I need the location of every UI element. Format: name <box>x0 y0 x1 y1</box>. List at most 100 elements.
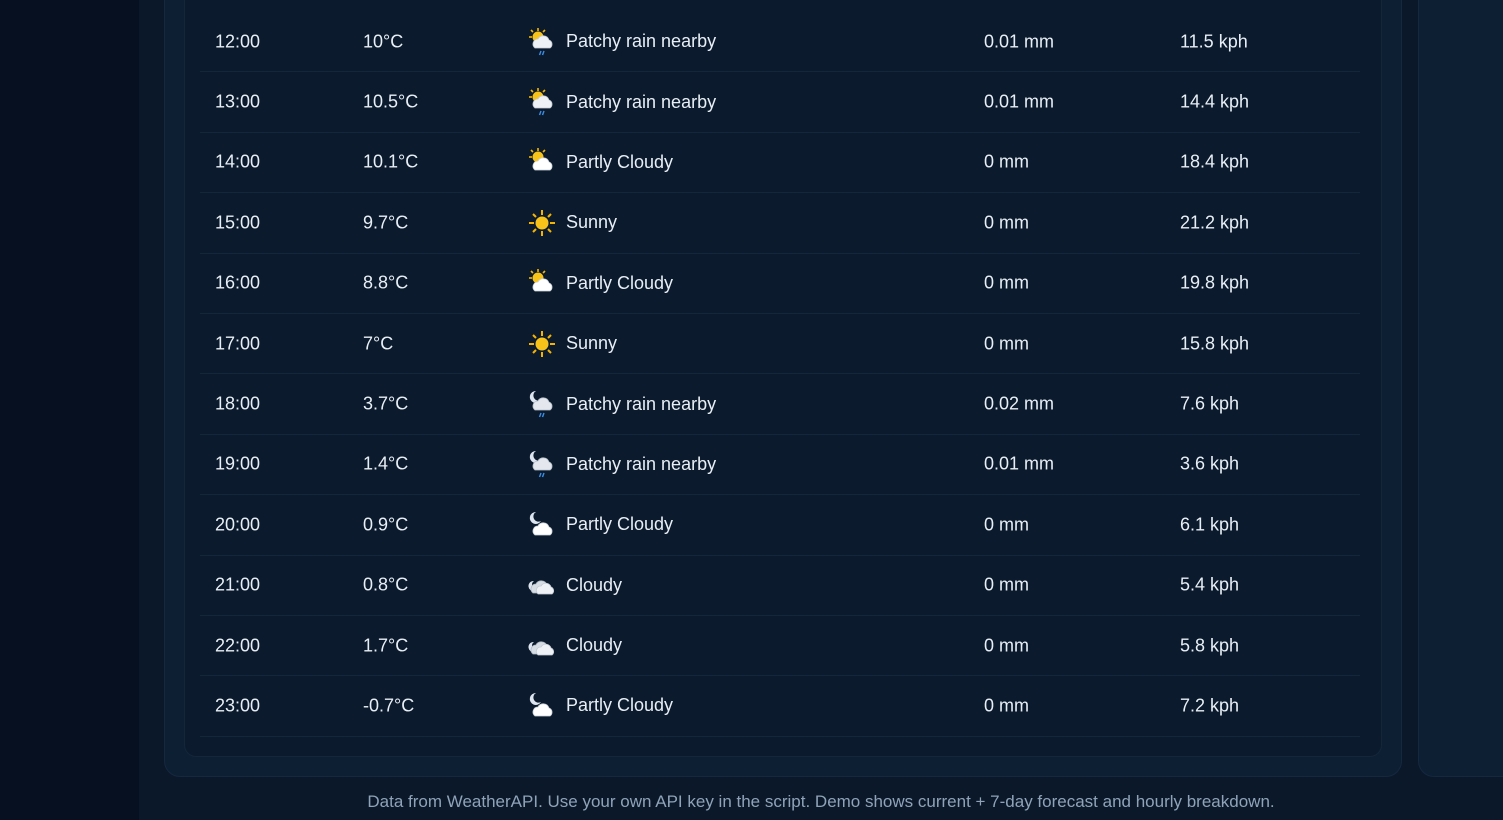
hourly-row: 18:00 3.7°C Patchy rain nearby 0.02 mm 7.6 k… <box>200 374 1360 435</box>
hourly-row: 20:00 0.9°C Partly Cloudy 0 mm 6.1 kph <box>200 495 1360 556</box>
partly-cloudy-day-icon <box>526 267 558 299</box>
hour-time: 22:00 <box>215 635 261 656</box>
hour-temperature: 10.5°C <box>363 91 419 112</box>
hourly-table: 12:00 10°C Patchy rain nearby 0.01 mm 11.5 k… <box>200 12 1360 737</box>
hour-time: 15:00 <box>215 212 261 233</box>
patchy-rain-night-icon <box>526 448 558 480</box>
hour-temperature: 8.8°C <box>363 272 409 293</box>
hour-precipitation: 0 mm <box>984 574 1029 595</box>
hour-condition: Partly Cloudy <box>526 146 673 178</box>
hour-time: 23:00 <box>215 695 261 716</box>
hour-precipitation: 0 mm <box>984 695 1029 716</box>
hour-condition: Patchy rain nearby <box>526 26 716 58</box>
left-sidebar <box>0 0 139 820</box>
condition-label: Patchy rain nearby <box>566 91 717 112</box>
hour-wind: 19.8 kph <box>1180 272 1250 293</box>
hour-wind: 6.1 kph <box>1180 514 1240 535</box>
hour-temperature: 3.7°C <box>363 393 409 414</box>
hour-condition: Patchy rain nearby <box>526 448 716 480</box>
hour-wind: 7.6 kph <box>1180 393 1240 414</box>
condition-label: Partly Cloudy <box>566 151 674 172</box>
hour-wind: 5.8 kph <box>1180 635 1240 656</box>
condition-label: Cloudy <box>566 574 623 595</box>
hour-precipitation: 0 mm <box>984 212 1029 233</box>
hour-wind: 14.4 kph <box>1180 91 1250 112</box>
hour-time: 13:00 <box>215 91 261 112</box>
hourly-row: 14:00 10.1°C Partly Cloudy 0 mm 18.4 kph <box>200 133 1360 194</box>
hour-time: 12:00 <box>215 31 261 52</box>
hour-temperature: 0.8°C <box>363 574 409 595</box>
hourly-row: 17:00 7°C Sunny 0 mm 15.8 kph <box>200 314 1360 375</box>
hour-time: 20:00 <box>215 514 261 535</box>
hour-precipitation: 0.01 mm <box>984 91 1055 112</box>
hour-wind: 7.2 kph <box>1180 695 1240 716</box>
hourly-row: 12:00 10°C Patchy rain nearby 0.01 mm 11.5 k… <box>200 12 1360 73</box>
partly-cloudy-night-icon <box>526 509 558 541</box>
hour-wind: 21.2 kph <box>1180 212 1250 233</box>
condition-label: Sunny <box>566 212 618 233</box>
hour-temperature: 10.1°C <box>363 151 419 172</box>
hour-condition: Cloudy <box>526 630 622 662</box>
hour-precipitation: 0 mm <box>984 333 1029 354</box>
hour-time: 16:00 <box>215 272 261 293</box>
hour-condition: Patchy rain nearby <box>526 86 716 118</box>
hour-wind: 11.5 kph <box>1180 31 1248 52</box>
condition-label: Patchy rain nearby <box>566 453 717 474</box>
hour-temperature: 1.7°C <box>363 635 409 656</box>
footer-note: Data from WeatherAPI. Use your own API k… <box>367 792 1275 811</box>
hourly-row: 21:00 0.8°C Cloudy 0 mm 5.4 kph <box>200 556 1360 616</box>
hourly-row: 19:00 1.4°C Patchy rain nearby 0.01 mm 3.6 k… <box>200 435 1360 496</box>
hour-temperature: -0.7°C <box>363 695 415 716</box>
sunny-icon <box>526 328 558 360</box>
hour-temperature: 9.7°C <box>363 212 409 233</box>
condition-label: Cloudy <box>566 635 623 656</box>
hour-precipitation: 0 mm <box>984 272 1029 293</box>
hour-wind: 5.4 kph <box>1180 574 1240 595</box>
hour-condition: Partly Cloudy <box>526 267 673 299</box>
hour-condition: Patchy rain nearby <box>526 388 716 420</box>
hour-time: 17:00 <box>215 333 261 354</box>
hour-condition: Cloudy <box>526 569 622 601</box>
hourly-row: 13:00 10.5°C Patchy rain nearby 0.01 mm 14.4… <box>200 72 1360 133</box>
hourly-row: 23:00 -0.7°C Partly Cloudy 0 mm 7.2 kph <box>200 676 1360 737</box>
cloudy-night-icon <box>526 630 558 662</box>
cloudy-night-icon <box>526 569 558 601</box>
hour-precipitation: 0.01 mm <box>984 453 1055 474</box>
partly-cloudy-day-icon <box>526 146 558 178</box>
hour-time: 19:00 <box>215 453 261 474</box>
hour-precipitation: 0 mm <box>984 151 1029 172</box>
patchy-rain-day-icon <box>526 86 558 118</box>
hourly-row: 15:00 9.7°C Sunny 0 mm 21.2 kph <box>200 193 1360 254</box>
condition-label: Sunny <box>566 333 618 354</box>
hour-time: 14:00 <box>215 151 261 172</box>
partly-cloudy-night-icon <box>526 690 558 722</box>
patchy-rain-day-icon <box>526 26 558 58</box>
hour-temperature: 10°C <box>363 31 404 52</box>
hour-time: 21:00 <box>215 574 261 595</box>
hour-condition: Partly Cloudy <box>526 690 673 722</box>
hour-wind: 18.4 kph <box>1180 151 1250 172</box>
hour-condition: Partly Cloudy <box>526 509 673 541</box>
hour-condition: Sunny <box>526 207 617 239</box>
hour-time: 18:00 <box>215 393 261 414</box>
hour-wind: 15.8 kph <box>1180 333 1250 354</box>
condition-label: Partly Cloudy <box>566 272 674 293</box>
right-card <box>1418 0 1503 777</box>
hour-condition: Sunny <box>526 328 617 360</box>
hour-precipitation: 0.01 mm <box>984 31 1055 52</box>
hour-precipitation: 0.02 mm <box>984 393 1055 414</box>
patchy-rain-night-icon <box>526 388 558 420</box>
condition-label: Partly Cloudy <box>566 514 674 535</box>
hour-precipitation: 0 mm <box>984 635 1029 656</box>
condition-label: Patchy rain nearby <box>566 393 717 414</box>
hourly-row: 16:00 8.8°C Partly Cloudy 0 mm 19.8 kph <box>200 254 1360 314</box>
condition-label: Partly Cloudy <box>566 695 674 716</box>
hour-temperature: 0.9°C <box>363 514 409 535</box>
condition-label: Patchy rain nearby <box>566 31 717 52</box>
hour-temperature: 7°C <box>363 333 394 354</box>
sunny-icon <box>526 207 558 239</box>
hour-wind: 3.6 kph <box>1180 453 1240 474</box>
hourly-row: 22:00 1.7°C Cloudy 0 mm 5.8 kph <box>200 616 1360 677</box>
hour-temperature: 1.4°C <box>363 453 409 474</box>
hour-precipitation: 0 mm <box>984 514 1029 535</box>
